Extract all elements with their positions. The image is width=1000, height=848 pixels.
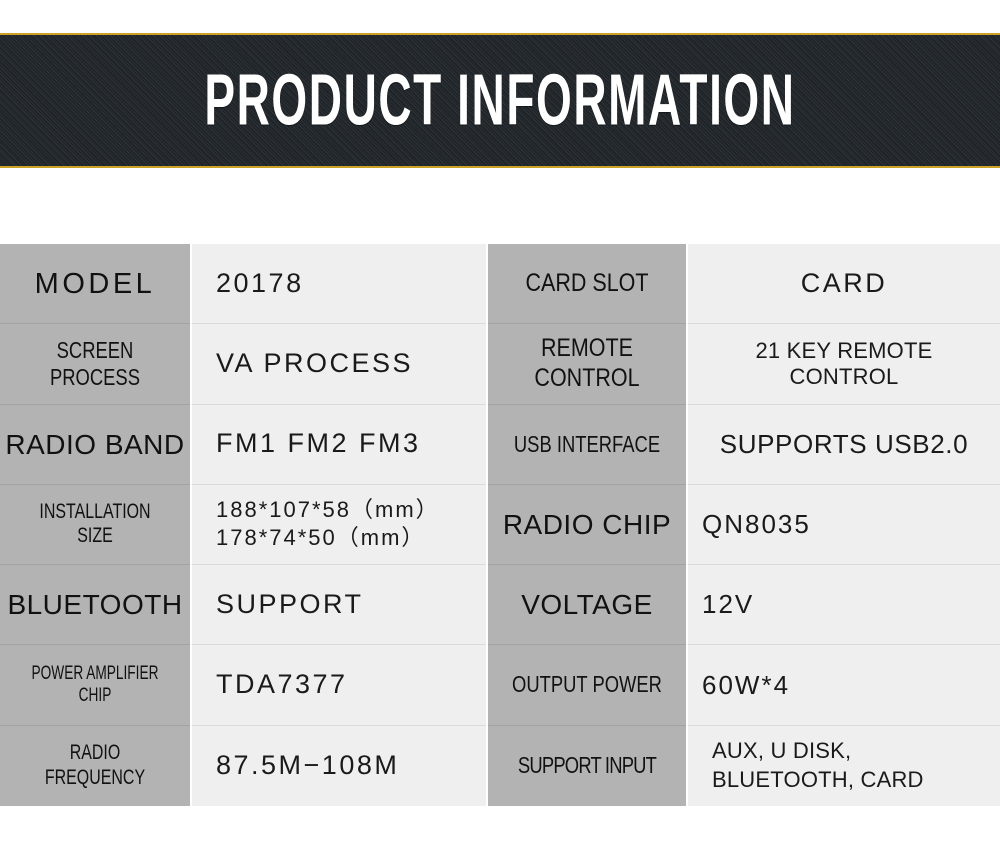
table-row: MODEL 20178 CARD SLOT CARD <box>0 244 1000 325</box>
spec-value-radio-frequency: 87.5M−108M <box>192 725 486 806</box>
table-row: INSTALLATION SIZE 188*107*58（mm） 178*74*… <box>0 484 1000 566</box>
spec-label-radio-band: RADIO BAND <box>0 404 190 485</box>
table-row: POWER AMPLIFIER CHIP TDA7377 OUTPUT POWE… <box>0 645 1000 726</box>
spec-label-card-slot: CARD SLOT <box>488 244 686 325</box>
table-row: BLUETOOTH SUPPORT VOLTAGE 12V <box>0 565 1000 646</box>
spec-label-voltage: VOLTAGE <box>488 565 686 646</box>
spec-label-installation-size: INSTALLATION SIZE <box>0 484 190 566</box>
table-row: RADIO FREQUENCY 87.5M−108M SUPPORT INPUT… <box>0 725 1000 806</box>
spec-value-radio-chip: QN8035 <box>688 484 1000 566</box>
page-title: PRODUCT INFORMATION <box>204 59 796 141</box>
spec-label-usb-interface: USB INTERFACE <box>488 404 686 485</box>
spec-value-installation-size: 188*107*58（mm） 178*74*50（mm） <box>192 484 486 566</box>
spec-value-voltage: 12V <box>688 565 1000 646</box>
spec-label-radio-chip: RADIO CHIP <box>488 484 686 566</box>
spec-value-output-power: 60W*4 <box>688 645 1000 726</box>
spec-label-bluetooth: BLUETOOTH <box>0 565 190 646</box>
spec-label-remote-control: REMOTE CONTROL <box>488 324 686 405</box>
spec-value-radio-band: FM1 FM2 FM3 <box>192 404 486 485</box>
table-row: RADIO BAND FM1 FM2 FM3 USB INTERFACE SUP… <box>0 404 1000 485</box>
spec-value-usb-interface: SUPPORTS USB2.0 <box>688 404 1000 485</box>
spec-label-output-power: OUTPUT POWER <box>488 645 686 726</box>
spec-label-radio-frequency: RADIO FREQUENCY <box>0 725 190 806</box>
spec-value-power-amplifier-chip: TDA7377 <box>192 645 486 726</box>
product-information-page: PRODUCT INFORMATION MODEL 20178 CARD SLO… <box>0 0 1000 848</box>
spec-label-support-input: SUPPORT INPUT <box>488 725 686 806</box>
spec-label-model: MODEL <box>0 244 190 325</box>
spec-value-model: 20178 <box>192 244 486 325</box>
spec-value-card-slot: CARD <box>688 244 1000 325</box>
spec-value-screen-process: VA PROCESS <box>192 324 486 405</box>
spec-value-remote-control: 21 KEY REMOTE CONTROL <box>688 324 1000 405</box>
spec-value-bluetooth: SUPPORT <box>192 565 486 646</box>
page-header-banner: PRODUCT INFORMATION <box>0 33 1000 168</box>
spec-value-support-input: AUX, U DISK, BLUETOOTH, CARD <box>688 725 1000 806</box>
specification-table: MODEL 20178 CARD SLOT CARD SCREEN PROCES… <box>0 244 1000 806</box>
spec-label-power-amplifier-chip: POWER AMPLIFIER CHIP <box>0 645 190 726</box>
spec-label-screen-process: SCREEN PROCESS <box>0 324 190 405</box>
table-row: SCREEN PROCESS VA PROCESS REMOTE CONTROL… <box>0 324 1000 405</box>
